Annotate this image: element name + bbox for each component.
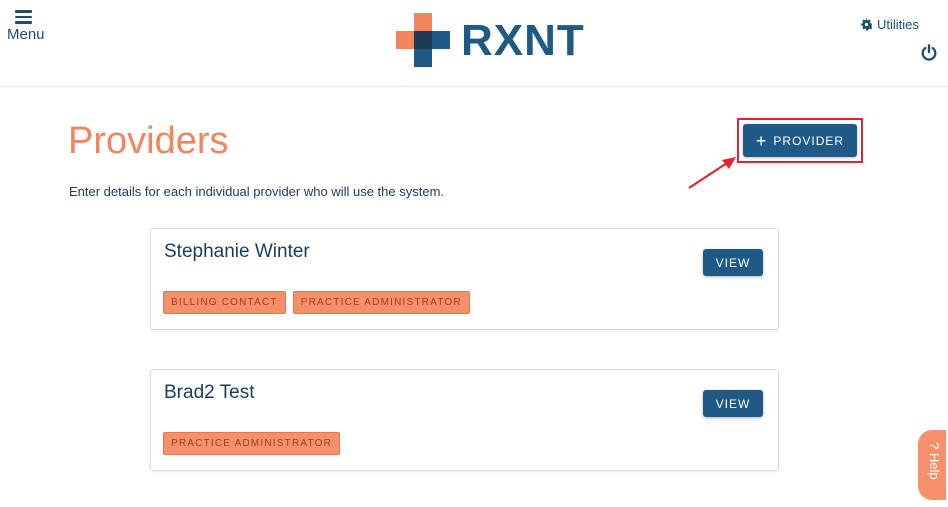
provider-card: Stephanie Winter VIEW BILLING CONTACT PR… [150,228,779,330]
top-header: Menu RXNT Utilities [0,0,948,87]
help-label: ? Help [927,442,942,480]
role-badges: PRACTICE ADMINISTRATOR [163,432,341,455]
view-button[interactable]: VIEW [703,249,763,276]
add-provider-highlight: + PROVIDER [737,118,863,163]
menu-label: Menu [7,26,45,43]
provider-card: Brad2 Test VIEW PRACTICE ADMINISTRATOR [150,369,779,471]
role-badges: BILLING CONTACT PRACTICE ADMINISTRATOR [163,291,470,314]
utilities-label: Utilities [877,17,919,32]
power-icon[interactable] [920,44,938,62]
logo-text: RXNT [461,16,585,65]
add-provider-button[interactable]: + PROVIDER [743,124,857,157]
plus-icon: + [755,130,768,151]
gear-icon [861,18,873,31]
role-badge: PRACTICE ADMINISTRATOR [292,291,470,314]
utilities-link[interactable]: Utilities [860,17,919,32]
provider-name: Brad2 Test [164,382,255,403]
hamburger-icon [15,10,32,24]
role-badge: PRACTICE ADMINISTRATOR [163,432,341,455]
page-title: Providers [68,120,229,162]
logo-cross-icon [396,13,450,67]
role-badge: BILLING CONTACT [163,291,286,314]
help-tab[interactable]: ? Help [918,430,946,500]
add-provider-label: PROVIDER [773,133,845,148]
view-button[interactable]: VIEW [703,390,763,417]
annotation-arrow [688,157,736,189]
page-subtitle: Enter details for each individual provid… [69,184,445,199]
provider-name: Stephanie Winter [164,241,310,262]
rxnt-logo: RXNT [396,13,591,69]
menu-button[interactable]: Menu [7,8,49,44]
